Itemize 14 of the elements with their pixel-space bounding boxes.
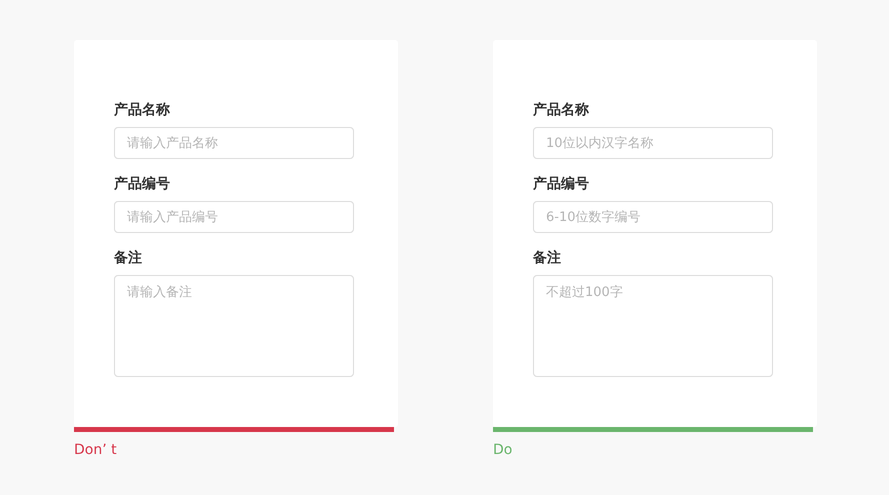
field-label: 产品名称 <box>114 101 171 120</box>
field-label: 产品名称 <box>533 101 590 120</box>
field-label: 产品编号 <box>533 175 590 194</box>
input-field[interactable]: 6-10位数字编号 <box>533 201 773 233</box>
input-field[interactable]: 请输入产品名称 <box>114 127 354 159</box>
verdict-caption: Do <box>493 441 514 460</box>
verdict-caption: Don’ t <box>74 441 118 460</box>
textarea-field[interactable]: 请输入备注 <box>114 275 354 377</box>
input-field[interactable]: 请输入产品编号 <box>114 201 354 233</box>
textarea-field[interactable]: 不超过100字 <box>533 275 773 377</box>
field-label: 产品编号 <box>114 175 171 194</box>
field-label: 备注 <box>533 248 562 268</box>
field-label: 备注 <box>114 248 143 268</box>
input-field[interactable]: 10位以内汉字名称 <box>533 127 773 159</box>
